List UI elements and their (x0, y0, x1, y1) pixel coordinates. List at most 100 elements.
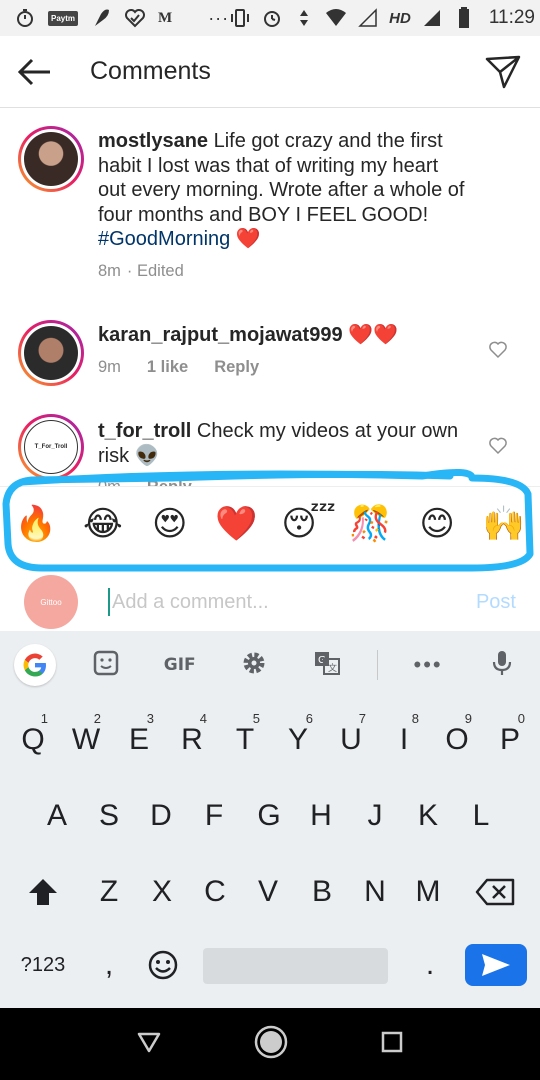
key-d[interactable]: D (136, 787, 186, 845)
key-p[interactable]: P0 (485, 711, 535, 769)
smile-emoji-button[interactable]: 😊 (415, 502, 459, 546)
comment-username[interactable]: t_for_troll (98, 420, 191, 442)
like-heart-icon[interactable] (488, 436, 508, 456)
key-number-hint: 0 (517, 711, 525, 726)
back-triangle-icon[interactable] (136, 1030, 162, 1059)
key-number-hint: 1 (40, 711, 48, 726)
keyboard: GIF G文 ••• Q1W2E3R4T5Y6U7I8O9P0 ASDFGHJK… (0, 631, 540, 1008)
key-v[interactable]: V (243, 863, 293, 921)
key-b[interactable]: B (297, 863, 347, 921)
key-r[interactable]: R4 (167, 711, 217, 769)
key-j[interactable]: J (350, 787, 400, 845)
heart-check-icon (124, 7, 146, 29)
key-x[interactable]: X (137, 863, 187, 921)
arrow-left-icon[interactable] (16, 54, 52, 90)
confetti-emoji-button[interactable]: 🎊 (348, 502, 392, 546)
google-g-icon[interactable] (14, 644, 56, 686)
key-letter: Y (287, 723, 308, 756)
key-k[interactable]: K (403, 787, 453, 845)
gif-button[interactable]: GIF (156, 655, 204, 675)
edited-label: · Edited (126, 262, 184, 280)
key-number-hint: 3 (146, 711, 154, 726)
period-key[interactable]: . (405, 936, 455, 994)
heart-emoji: ❤️ (235, 228, 261, 250)
add-comment-bar: Gittoo Post (0, 574, 540, 630)
comment-meta: 0m Reply (98, 478, 192, 486)
key-w[interactable]: W2 (61, 711, 111, 769)
comment-body: ❤️❤️ (342, 324, 398, 346)
red-heart-emoji-button[interactable]: ❤️ (215, 502, 259, 546)
more-options-icon[interactable]: ••• (404, 652, 452, 678)
key-number-hint: 4 (199, 711, 207, 726)
home-circle-icon[interactable] (254, 1025, 288, 1064)
key-h[interactable]: H (296, 787, 346, 845)
key-row-qwerty: Q1W2E3R4T5Y6U7I8O9P0 (0, 711, 540, 769)
paper-plane-icon[interactable] (484, 53, 522, 91)
comment-text: karan_rajput_mojawat999 ❤️❤️ (98, 323, 470, 348)
comment-text: t_for_troll Check my videos at your own … (98, 419, 470, 468)
gmail-icon: M (158, 9, 173, 26)
key-l[interactable]: L (456, 787, 506, 845)
svg-text:文: 文 (328, 662, 337, 674)
raised-hands-emoji-button[interactable]: 🙌 (482, 502, 526, 546)
avatar[interactable] (18, 320, 84, 386)
key-t[interactable]: T5 (220, 711, 270, 769)
key-c[interactable]: C (190, 863, 240, 921)
key-number-hint: 5 (252, 711, 260, 726)
key-i[interactable]: I8 (379, 711, 429, 769)
fire-emoji-button[interactable]: 🔥 (14, 502, 58, 546)
key-z[interactable]: Z (84, 863, 134, 921)
battery-icon (453, 7, 475, 29)
key-f[interactable]: F (189, 787, 239, 845)
comment-username[interactable]: mostlysane (98, 130, 208, 152)
quick-emoji-bar: 🔥 😂 😍 ❤️ 😴 🎊 😊 🙌 (0, 486, 540, 560)
post-button[interactable]: Post (476, 591, 516, 614)
avatar[interactable]: T_For_Troll (18, 414, 84, 480)
avatar[interactable] (18, 126, 84, 192)
symbols-key[interactable]: ?123 (18, 936, 68, 994)
key-q[interactable]: Q1 (8, 711, 58, 769)
reply-button[interactable]: Reply (214, 358, 259, 377)
key-n[interactable]: N (350, 863, 400, 921)
key-a[interactable]: A (32, 787, 82, 845)
shift-key[interactable] (18, 863, 68, 921)
key-letter: W (71, 723, 101, 756)
key-e[interactable]: E3 (114, 711, 164, 769)
more-notifications-icon: ··· (208, 7, 230, 28)
key-o[interactable]: O9 (432, 711, 482, 769)
page-title: Comments (90, 57, 211, 85)
space-key[interactable] (203, 948, 388, 984)
comma-key[interactable]: , (84, 936, 134, 994)
key-g[interactable]: G (244, 787, 294, 845)
key-y[interactable]: Y6 (273, 711, 323, 769)
reply-button[interactable]: Reply (147, 478, 192, 486)
emoji-key[interactable] (138, 936, 188, 994)
heart-eyes-emoji-button[interactable]: 😍 (148, 502, 192, 546)
sticker-icon[interactable] (82, 650, 130, 681)
comment-meta: 9m 1 like Reply (98, 358, 259, 377)
sleeping-emoji-button[interactable]: 😴 (281, 502, 336, 546)
laughing-emoji-button[interactable]: 😂 (81, 502, 125, 546)
like-heart-icon[interactable] (488, 340, 508, 360)
comment-time: 9m (98, 358, 121, 376)
send-key[interactable] (465, 944, 527, 986)
comment-username[interactable]: karan_rajput_mojawat999 (98, 324, 343, 346)
recents-square-icon[interactable] (380, 1030, 404, 1059)
likes-count[interactable]: 1 like (147, 358, 188, 377)
hashtag-link[interactable]: #GoodMorning (98, 228, 230, 250)
key-letter: E (128, 723, 149, 756)
translate-icon[interactable]: G文 (303, 650, 351, 681)
key-u[interactable]: U7 (326, 711, 376, 769)
microphone-icon[interactable] (478, 649, 526, 682)
avatar: Gittoo (24, 575, 78, 629)
toolbar-divider (377, 650, 379, 680)
backspace-key[interactable] (470, 863, 520, 921)
key-number-hint: 7 (358, 711, 366, 726)
key-s[interactable]: S (84, 787, 134, 845)
key-m[interactable]: M (403, 863, 453, 921)
android-nav-bar (0, 1008, 540, 1080)
comment-input[interactable] (112, 590, 442, 614)
key-number-hint: 9 (464, 711, 472, 726)
settings-gear-icon[interactable] (230, 650, 278, 681)
keyboard-toolbar: GIF G文 ••• (0, 631, 540, 699)
